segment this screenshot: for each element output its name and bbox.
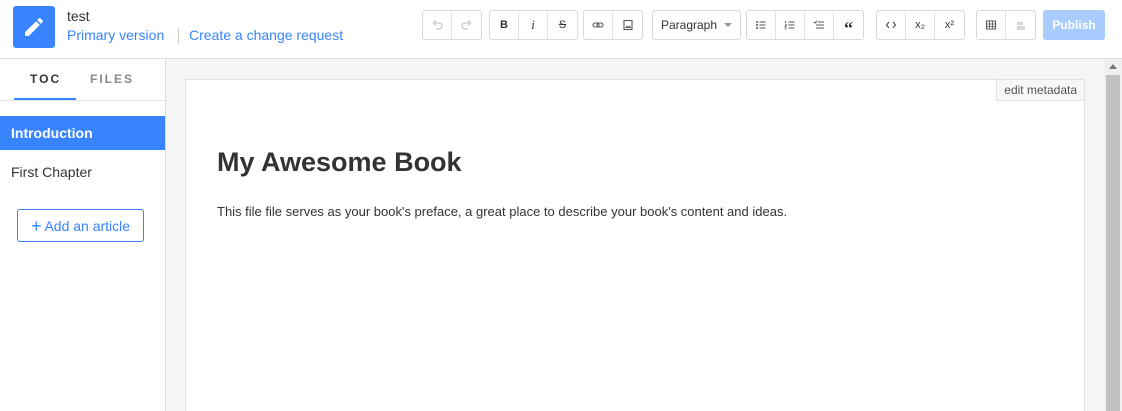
edit-metadata-button[interactable]: edit metadata	[996, 79, 1085, 101]
checklist-button[interactable]	[805, 11, 834, 39]
bold-button[interactable]: B	[490, 11, 519, 39]
table-button[interactable]	[977, 11, 1006, 39]
paragraph-dropdown[interactable]: Paragraph	[653, 11, 740, 39]
editor-area: edit metadata My Awesome Book This file …	[166, 59, 1104, 411]
edit-pencil-icon	[13, 6, 55, 48]
insert-group	[583, 10, 643, 40]
sidebar: TOC FILES Introduction First Chapter + A…	[0, 59, 166, 411]
undo-icon	[432, 20, 443, 30]
scroll-up-arrow-icon[interactable]	[1109, 64, 1117, 69]
numbered-list-button[interactable]	[776, 11, 805, 39]
bullet-list-icon	[756, 21, 766, 29]
primary-version-link[interactable]: Primary version	[67, 27, 164, 43]
image-button[interactable]	[613, 11, 642, 39]
inline-group: x₂ x²	[876, 10, 965, 40]
document-title[interactable]: My Awesome Book	[217, 147, 462, 178]
publish-button[interactable]: Publish	[1043, 10, 1105, 40]
tab-toc[interactable]: TOC	[30, 72, 61, 86]
paragraph-dropdown-label: Paragraph	[660, 18, 718, 32]
image-icon	[622, 19, 633, 31]
undo-button[interactable]	[423, 11, 452, 39]
plus-icon: +	[30, 215, 42, 236]
header-divider	[178, 28, 179, 44]
math-icon	[1016, 22, 1025, 30]
create-change-request-link[interactable]: Create a change request	[189, 27, 343, 43]
add-article-button[interactable]: + Add an article	[17, 209, 144, 242]
book-title: test	[67, 8, 90, 24]
format-group: B i S	[489, 10, 578, 40]
strikethrough-button[interactable]: S	[548, 11, 577, 39]
blockquote-button[interactable]: “	[834, 11, 863, 39]
document-page[interactable]: edit metadata My Awesome Book This file …	[185, 79, 1085, 411]
sidebar-item-first-chapter[interactable]: First Chapter	[0, 155, 165, 189]
vertical-scrollbar[interactable]	[1104, 59, 1122, 411]
sidebar-item-introduction[interactable]: Introduction	[0, 116, 165, 150]
tab-files[interactable]: FILES	[90, 72, 134, 86]
code-button[interactable]	[877, 11, 906, 39]
sidebar-tabs: TOC FILES	[0, 59, 165, 101]
scrollbar-thumb[interactable]	[1106, 75, 1120, 411]
link-button[interactable]	[584, 11, 613, 39]
redo-button[interactable]	[452, 11, 481, 39]
top-bar: test Primary version Create a change req…	[0, 0, 1122, 59]
code-icon	[885, 21, 897, 29]
redo-icon	[460, 20, 471, 30]
add-article-label: Add an article	[44, 217, 131, 234]
table-group	[976, 10, 1036, 40]
table-icon	[986, 20, 996, 30]
list-group: “	[746, 10, 864, 40]
link-icon	[592, 22, 604, 28]
numbered-list-icon	[784, 21, 795, 30]
bullet-list-button[interactable]	[747, 11, 776, 39]
active-tab-indicator	[14, 98, 76, 100]
chevron-down-icon	[724, 23, 733, 27]
document-paragraph[interactable]: This file file serves as your book's pre…	[217, 204, 787, 219]
superscript-button[interactable]: x²	[935, 11, 964, 39]
subscript-button[interactable]: x₂	[906, 11, 935, 39]
math-button[interactable]	[1006, 11, 1035, 39]
block-type-group: Paragraph	[652, 10, 741, 40]
italic-button[interactable]: i	[519, 11, 548, 39]
checklist-icon	[813, 20, 824, 29]
history-group	[422, 10, 482, 40]
